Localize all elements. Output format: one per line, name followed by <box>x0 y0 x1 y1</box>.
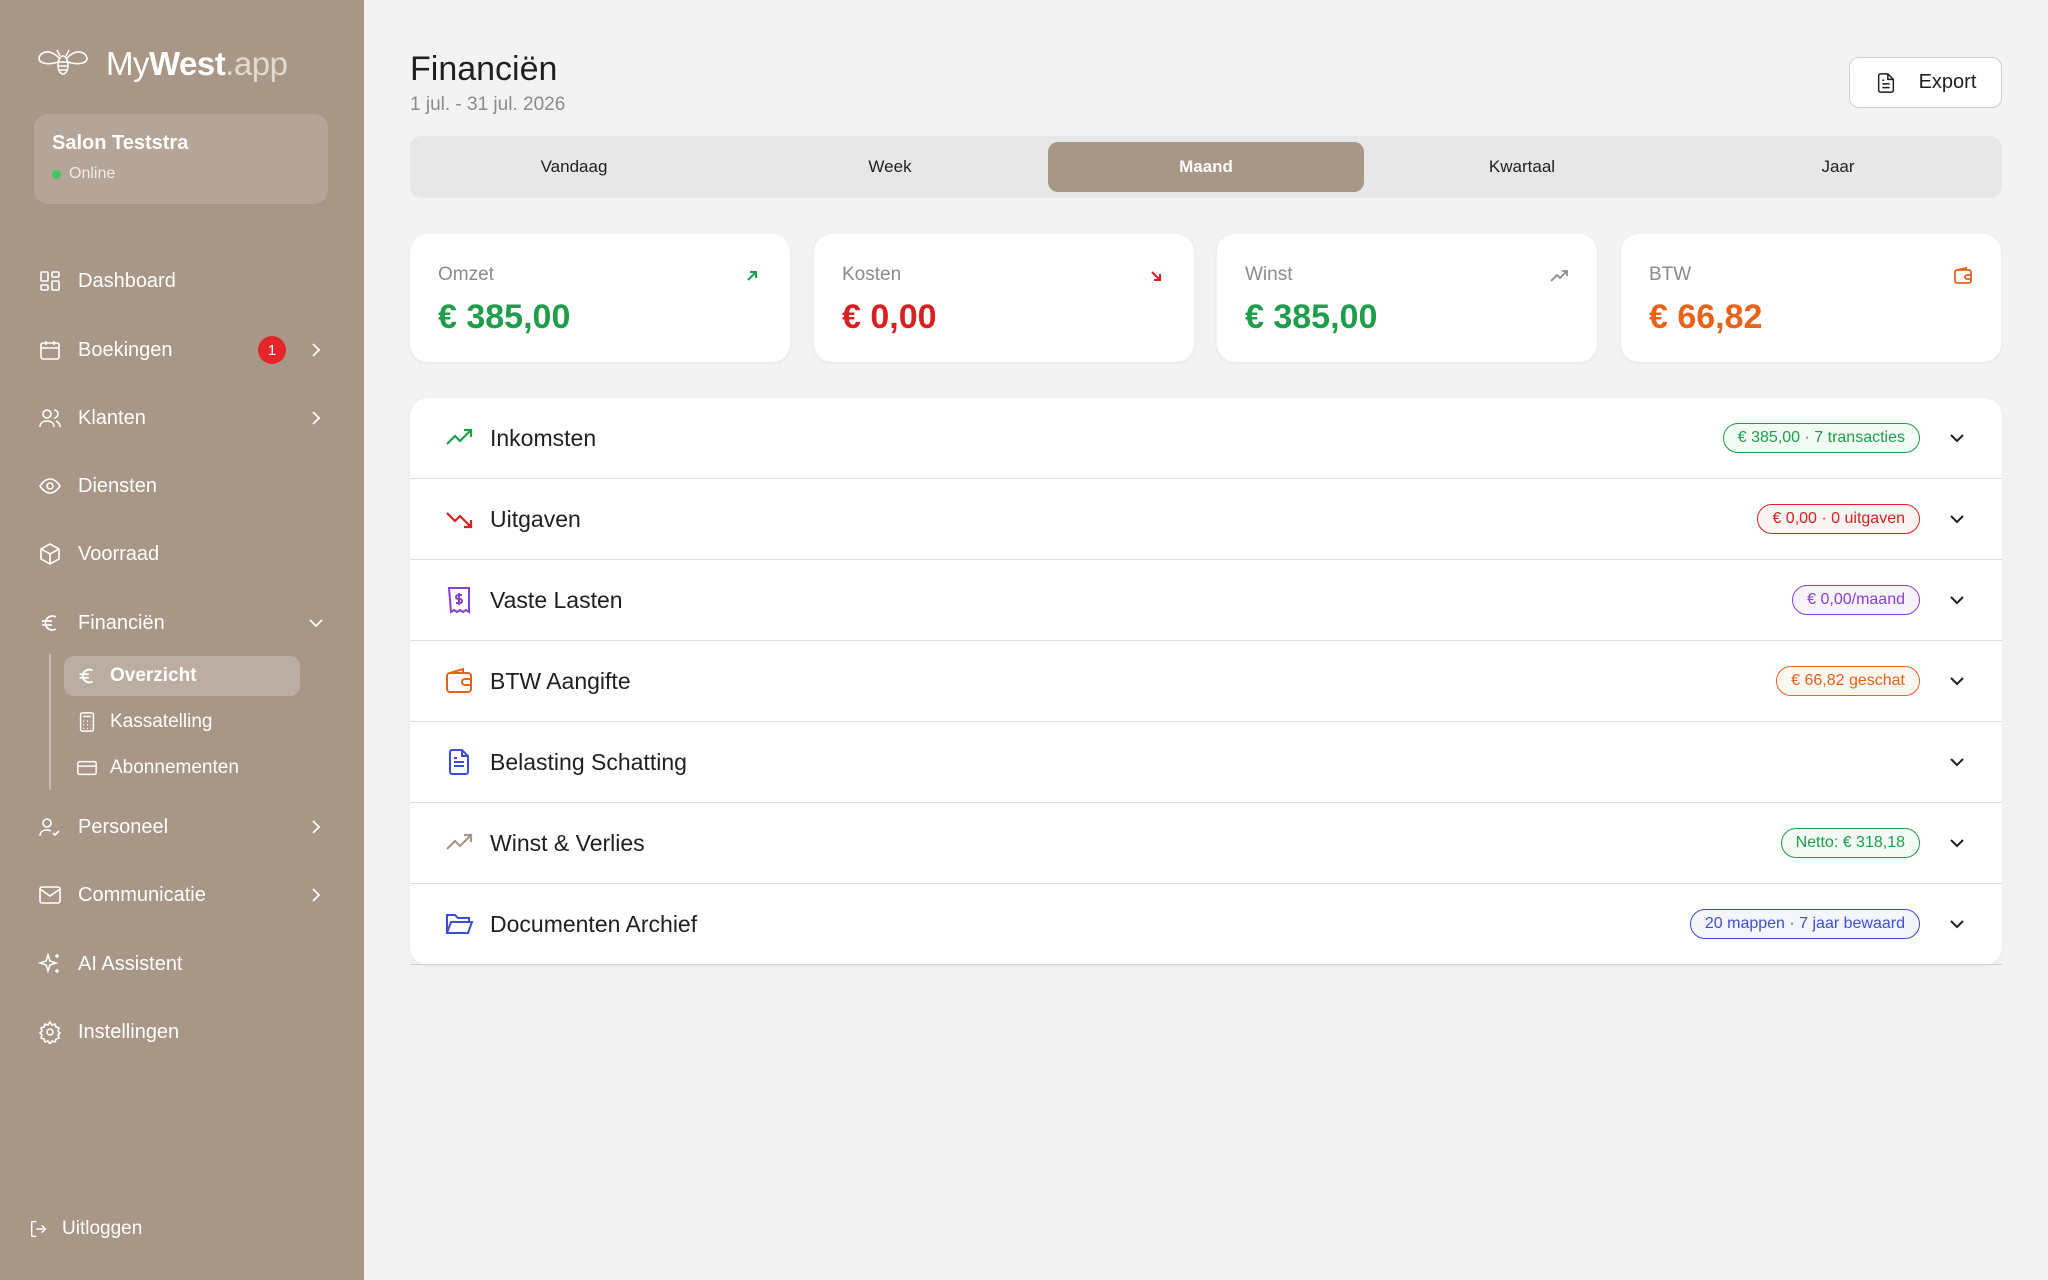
file-text-icon <box>1877 72 1894 93</box>
subnav-abonnementen[interactable]: Abonnementen <box>64 748 300 788</box>
user-check-icon <box>38 815 62 839</box>
tab-jaar[interactable]: Jaar <box>1680 142 1996 192</box>
logout-button[interactable]: Uitloggen <box>28 1218 142 1240</box>
salon-status: Online <box>52 165 310 183</box>
status-dot-icon <box>52 169 61 179</box>
stat-card-btw: BTW € 66,82 <box>1621 234 2001 362</box>
chevron-down-icon[interactable] <box>1946 751 1968 773</box>
stat-card-winst: Winst € 385,00 <box>1217 234 1597 362</box>
nav-personeel[interactable]: Personeel <box>38 805 328 849</box>
section-summary-pill: € 66,82 geschat <box>1776 666 1920 696</box>
section-btw-aangifte[interactable]: BTW Aangifte € 66,82 geschat <box>410 641 2002 722</box>
stat-card-omzet: Omzet € 385,00 <box>410 234 790 362</box>
stat-label: Omzet <box>438 264 494 285</box>
trending-up-icon <box>444 423 474 453</box>
brand-name: MyWest.app <box>106 45 288 82</box>
chevron-right-icon <box>312 888 321 902</box>
tab-kwartaal[interactable]: Kwartaal <box>1364 142 1680 192</box>
subnav-kassatelling[interactable]: Kassatelling <box>64 702 300 742</box>
nav-klanten[interactable]: Klanten <box>38 396 328 440</box>
arrow-down-right-icon <box>1146 266 1166 286</box>
salon-card[interactable]: Salon Teststra Online <box>34 114 328 204</box>
salon-name: Salon Teststra <box>52 132 189 154</box>
nav-diensten[interactable]: Diensten <box>38 464 328 508</box>
period-tabs: Vandaag Week Maand Kwartaal Jaar <box>410 136 2002 198</box>
section-winst-verlies[interactable]: Winst & Verlies Netto: € 318,18 <box>410 803 2002 884</box>
sidebar: MyWest.app Salon Teststra Online Dashboa… <box>0 0 364 1280</box>
folder-open-icon <box>444 909 474 939</box>
nav-financien[interactable]: Financiën <box>38 601 328 645</box>
users-icon <box>38 406 62 430</box>
trending-up-icon <box>444 828 474 858</box>
chevron-down-icon[interactable] <box>1946 670 1968 692</box>
chevron-right-icon <box>312 411 321 425</box>
finance-sections: Inkomsten € 385,00 · 7 transacties Uitga… <box>410 398 2002 965</box>
receipt-dollar-icon <box>444 585 474 615</box>
tab-maand[interactable]: Maand <box>1048 142 1364 192</box>
calculator-icon <box>76 711 98 733</box>
subnav-overzicht[interactable]: Overzicht <box>64 656 300 696</box>
bee-logo-icon <box>38 49 88 75</box>
trending-down-icon <box>444 504 474 534</box>
logout-icon <box>30 1220 47 1238</box>
chevron-down-icon[interactable] <box>1946 508 1968 530</box>
nav-dashboard[interactable]: Dashboard <box>38 259 328 303</box>
stat-value: € 385,00 <box>1245 298 1378 336</box>
package-icon <box>38 542 62 566</box>
stat-label: Kosten <box>842 264 902 285</box>
euro-icon <box>76 665 98 687</box>
nav-instellingen[interactable]: Instellingen <box>38 1010 328 1054</box>
section-documenten-archief[interactable]: Documenten Archief 20 mappen · 7 jaar be… <box>410 884 2002 965</box>
chevron-right-icon <box>312 820 321 834</box>
credit-card-icon <box>76 757 98 779</box>
tab-vandaag[interactable]: Vandaag <box>416 142 732 192</box>
nav-boekingen[interactable]: Boekingen 1 <box>38 328 328 372</box>
section-summary-pill: 20 mappen · 7 jaar bewaard <box>1689 909 1920 939</box>
nav-ai-assistent[interactable]: AI Assistent <box>38 942 328 986</box>
section-vaste-lasten[interactable]: Vaste Lasten € 0,00/maand <box>410 560 2002 641</box>
section-belasting-schatting[interactable]: Belasting Schatting <box>410 722 2002 803</box>
section-summary-pill: € 0,00/maand <box>1792 585 1920 615</box>
chevron-right-icon <box>312 343 321 357</box>
chevron-down-icon[interactable] <box>1946 832 1968 854</box>
stat-value: € 385,00 <box>438 298 571 336</box>
chevron-down-icon[interactable] <box>1946 427 1968 449</box>
section-summary-pill: Netto: € 318,18 <box>1780 828 1920 858</box>
file-text-icon <box>444 747 474 777</box>
eye-icon <box>38 474 62 498</box>
grid-icon <box>38 269 62 293</box>
notification-badge: 1 <box>258 336 286 364</box>
tab-week[interactable]: Week <box>732 142 1048 192</box>
gear-icon <box>38 1020 62 1044</box>
mail-icon <box>38 883 62 907</box>
section-summary-pill: € 0,00 · 0 uitgaven <box>1757 504 1920 534</box>
arrow-up-right-icon <box>742 266 762 286</box>
nav-communicatie[interactable]: Communicatie <box>38 873 328 917</box>
section-uitgaven[interactable]: Uitgaven € 0,00 · 0 uitgaven <box>410 479 2002 560</box>
stat-label: BTW <box>1649 264 1692 285</box>
chevron-down-icon[interactable] <box>1946 589 1968 611</box>
stat-value: € 66,82 <box>1649 298 1763 336</box>
stat-value: € 0,00 <box>842 298 937 336</box>
subnav-line <box>49 654 51 790</box>
wallet-icon <box>444 666 474 696</box>
chevron-down-icon <box>309 619 323 628</box>
brand-logo[interactable]: MyWest.app <box>36 40 288 88</box>
stat-label: Winst <box>1245 264 1293 285</box>
export-button[interactable]: Export <box>1849 57 2002 108</box>
section-summary-pill: € 385,00 · 7 transacties <box>1722 423 1920 453</box>
trending-up-icon <box>1549 266 1569 286</box>
wallet-icon <box>1953 266 1973 286</box>
section-inkomsten[interactable]: Inkomsten € 385,00 · 7 transacties <box>410 398 2002 479</box>
sparkles-icon <box>38 952 62 976</box>
nav-voorraad[interactable]: Voorraad <box>38 532 328 576</box>
page-title: Financiën <box>410 50 558 88</box>
date-range: 1 jul. - 31 jul. 2026 <box>410 94 566 115</box>
stat-card-kosten: Kosten € 0,00 <box>814 234 1194 362</box>
calendar-icon <box>38 338 62 362</box>
chevron-down-icon[interactable] <box>1946 913 1968 935</box>
euro-icon <box>38 611 62 635</box>
